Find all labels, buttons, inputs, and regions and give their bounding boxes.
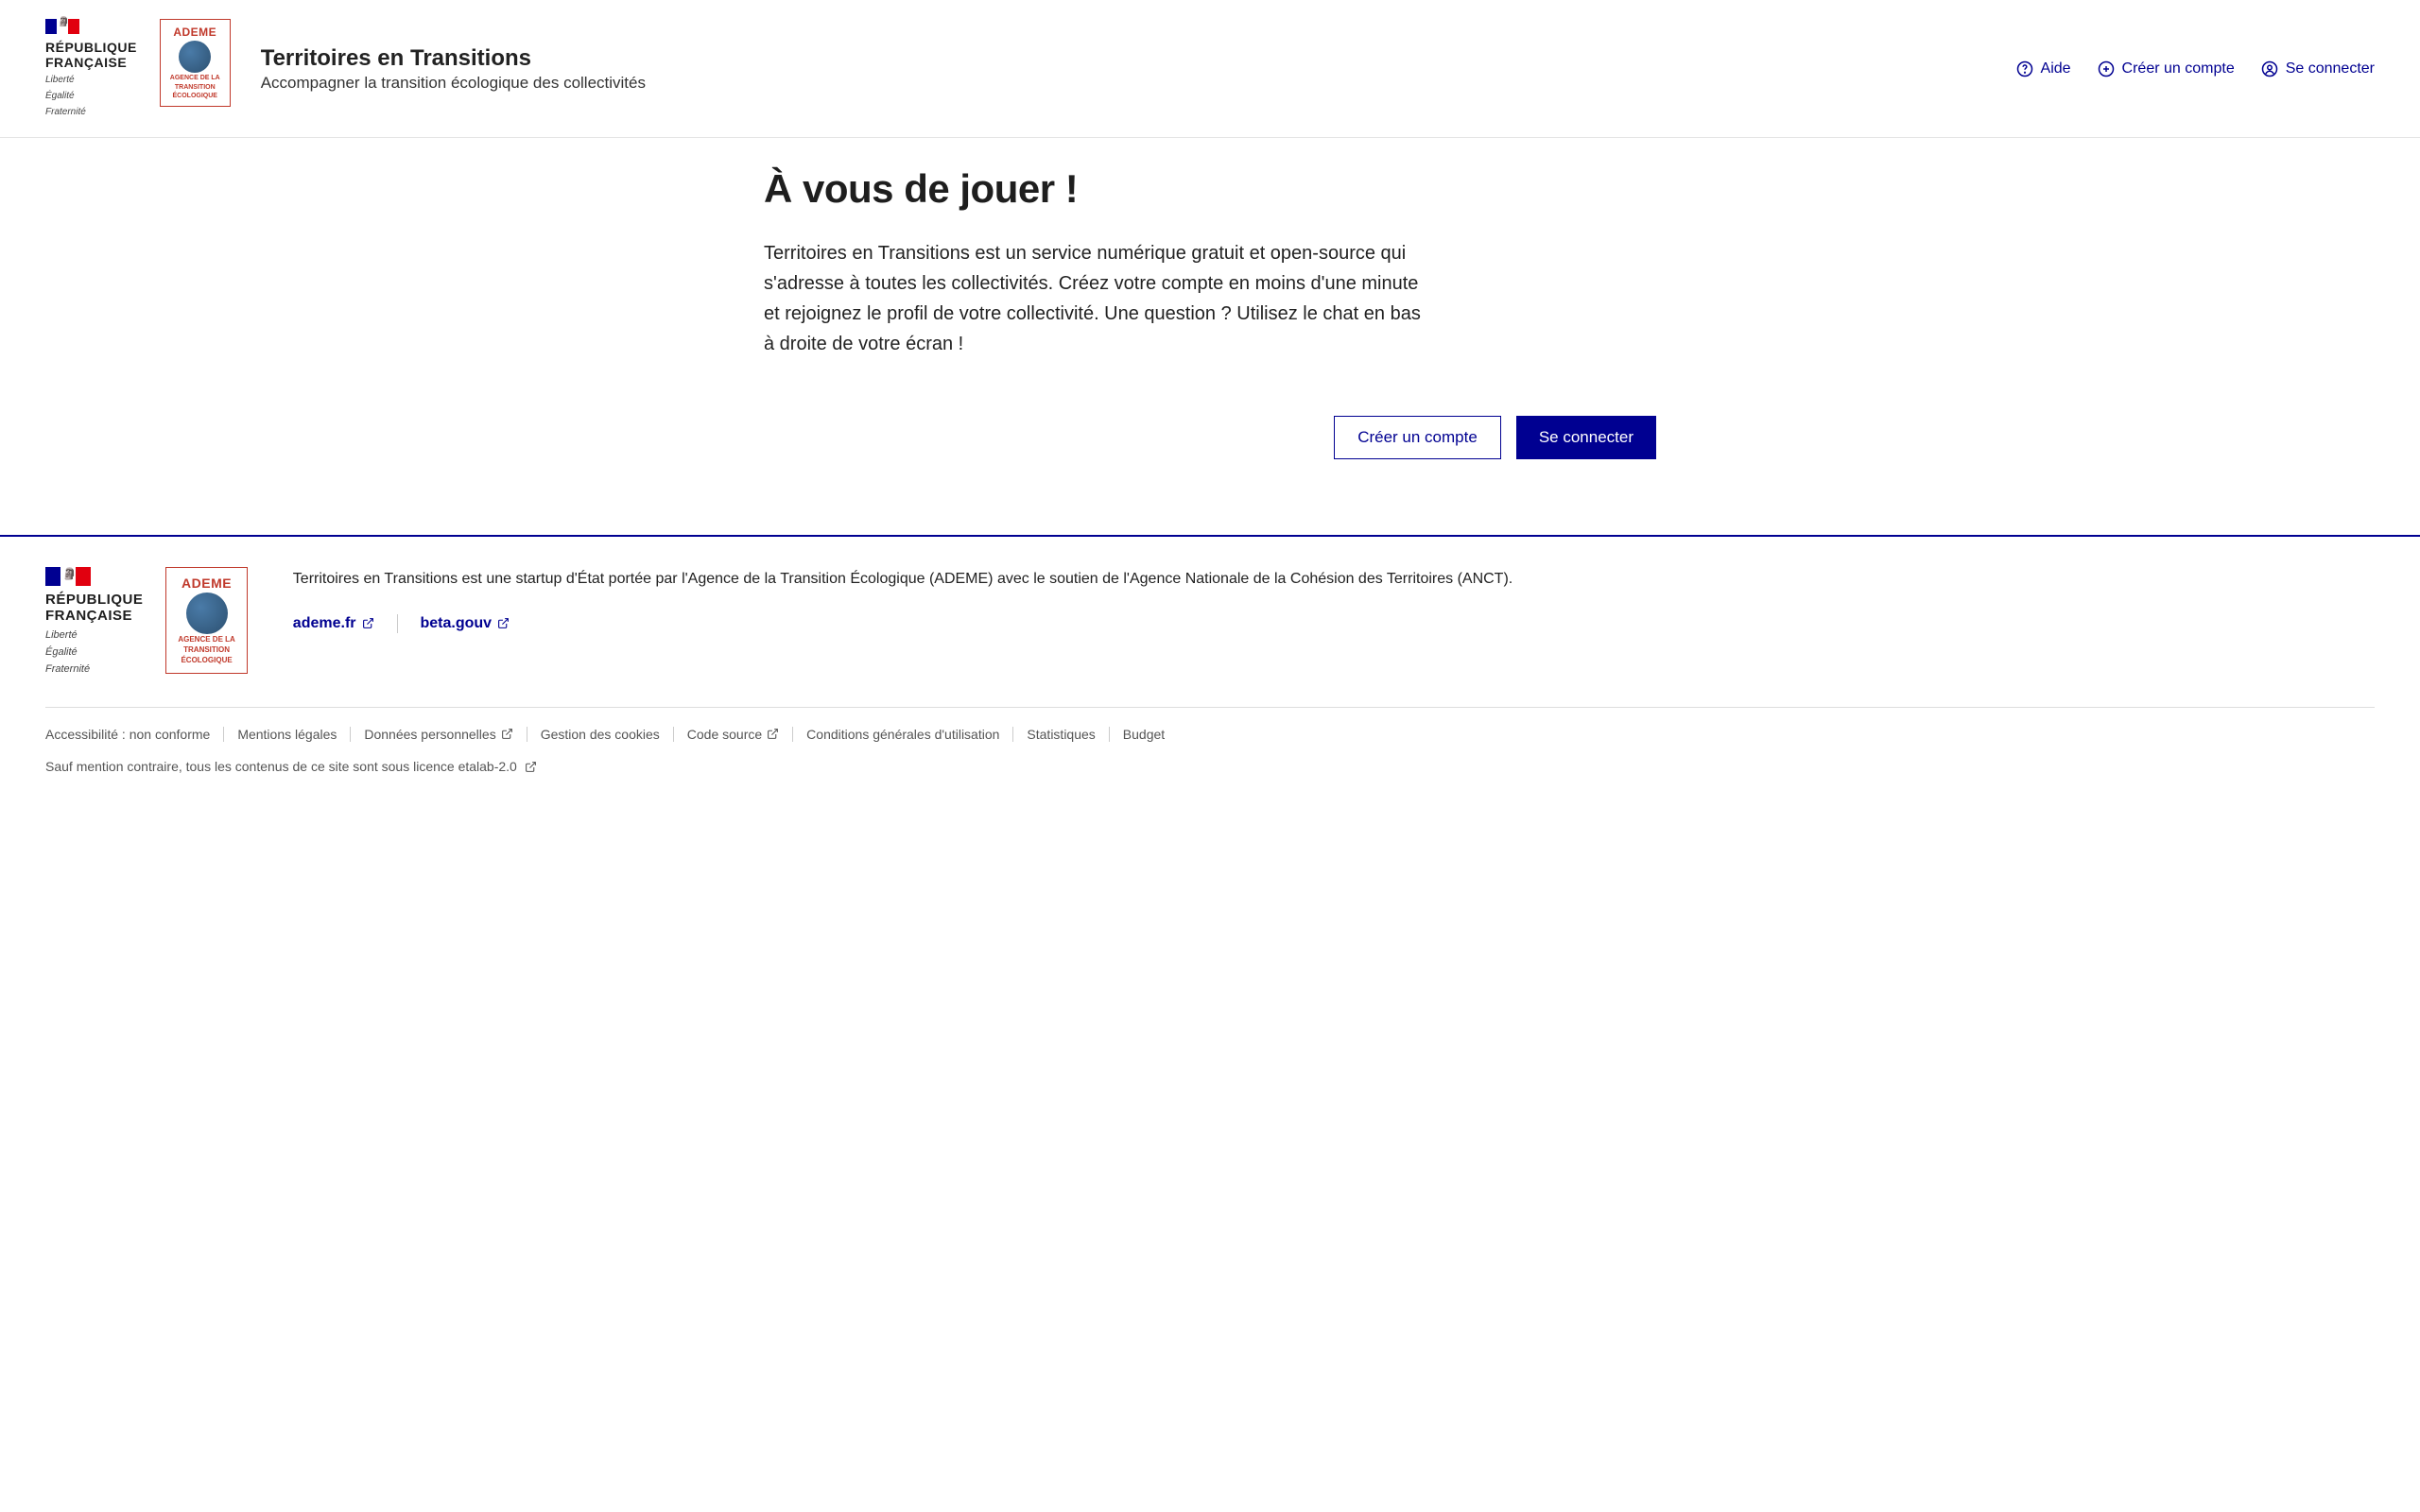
footer-link-cgu[interactable]: Conditions générales d'utilisation xyxy=(793,727,1013,742)
footer: 🗿 RÉPUBLIQUE FRANÇAISE Liberté Égalité F… xyxy=(0,535,2420,796)
external-link-icon xyxy=(501,728,513,740)
logo-ademe: ADEME AGENCE DE LA TRANSITION ÉCOLOGIQUE xyxy=(160,19,231,107)
footer-legal-links: Accessibilité : non conforme Mentions lé… xyxy=(45,727,2375,742)
ademe-sub1: AGENCE DE LA xyxy=(170,75,220,82)
ademe-title: ADEME xyxy=(173,26,216,39)
site-title: Territoires en Transitions xyxy=(261,45,646,72)
main-title: À vous de jouer ! xyxy=(764,166,1656,212)
header-left: 🗿 RÉPUBLIQUE FRANÇAISE Liberté Égalité F… xyxy=(45,19,646,118)
footer-license-link-label: licence etalab-2.0 xyxy=(413,759,517,774)
footer-motto-fraternite: Fraternité xyxy=(45,662,143,676)
marianne-icon: 🗿 xyxy=(45,19,137,34)
footer-license-prefix: Sauf mention contraire, tous les contenu… xyxy=(45,759,413,774)
footer-link-betagouv-label: beta.gouv xyxy=(421,615,493,632)
cta-row: Créer un compte Se connecter xyxy=(764,416,1656,459)
footer-motto-liberte: Liberté xyxy=(45,628,143,642)
footer-rf-republique: RÉPUBLIQUE xyxy=(45,592,143,608)
nav-help-label: Aide xyxy=(2041,60,2071,77)
footer-link-source-label: Code source xyxy=(687,727,762,742)
account-circle-icon xyxy=(2261,60,2278,77)
site-title-block[interactable]: Territoires en Transitions Accompagner l… xyxy=(261,45,646,93)
footer-logo-rf: 🗿 RÉPUBLIQUE FRANÇAISE Liberté Égalité F… xyxy=(45,567,143,676)
footer-link-cookies[interactable]: Gestion des cookies xyxy=(527,727,674,742)
footer-link-ademe-label: ademe.fr xyxy=(293,615,356,632)
nav-help-link[interactable]: Aide xyxy=(2016,60,2071,77)
nav-create-account-link[interactable]: Créer un compte xyxy=(2098,60,2235,77)
footer-ademe-sub1: AGENCE DE LA xyxy=(178,636,234,644)
nav-create-label: Créer un compte xyxy=(2122,60,2235,77)
header: 🗿 RÉPUBLIQUE FRANÇAISE Liberté Égalité F… xyxy=(0,0,2420,138)
footer-link-source[interactable]: Code source xyxy=(674,727,793,742)
footer-link-ademe[interactable]: ademe.fr xyxy=(293,615,374,632)
rf-motto-fraternite: Fraternité xyxy=(45,106,137,118)
footer-logo-ademe: ADEME AGENCE DE LA TRANSITION ÉCOLOGIQUE xyxy=(165,567,247,673)
footer-link-stats[interactable]: Statistiques xyxy=(1013,727,1109,742)
create-account-button[interactable]: Créer un compte xyxy=(1334,416,1501,459)
plus-circle-icon xyxy=(2098,60,2115,77)
nav-login-link[interactable]: Se connecter xyxy=(2261,60,2375,77)
footer-ademe-title: ADEME xyxy=(182,576,232,591)
globe-icon xyxy=(179,41,211,73)
footer-license-link[interactable]: licence etalab-2.0 xyxy=(413,759,537,774)
footer-motto-egalite: Égalité xyxy=(45,645,143,659)
external-link-icon xyxy=(497,617,510,629)
header-nav: Aide Créer un compte Se connecter xyxy=(2016,60,2375,77)
footer-bottom: Accessibilité : non conforme Mentions lé… xyxy=(45,707,2375,774)
footer-top: 🗿 RÉPUBLIQUE FRANÇAISE Liberté Égalité F… xyxy=(45,567,2375,676)
footer-link-legal[interactable]: Mentions légales xyxy=(224,727,351,742)
question-circle-icon xyxy=(2016,60,2033,77)
footer-license: Sauf mention contraire, tous les contenu… xyxy=(45,759,2375,774)
footer-logo-group[interactable]: 🗿 RÉPUBLIQUE FRANÇAISE Liberté Égalité F… xyxy=(45,567,248,676)
rf-republique: RÉPUBLIQUE xyxy=(45,40,137,55)
rf-motto-liberte: Liberté xyxy=(45,74,137,86)
footer-rf-francaise: FRANÇAISE xyxy=(45,608,143,624)
footer-link-accessibility[interactable]: Accessibilité : non conforme xyxy=(45,727,224,742)
footer-link-budget[interactable]: Budget xyxy=(1110,727,1178,742)
site-tagline: Accompagner la transition écologique des… xyxy=(261,74,646,93)
logo-republique-francaise: 🗿 RÉPUBLIQUE FRANÇAISE Liberté Égalité F… xyxy=(45,19,137,118)
footer-link-data-label: Données personnelles xyxy=(364,727,495,742)
nav-login-label: Se connecter xyxy=(2286,60,2375,77)
external-link-icon xyxy=(525,761,537,773)
ademe-sub2: TRANSITION xyxy=(175,84,216,92)
footer-content: Territoires en Transitions est une start… xyxy=(293,567,2375,633)
rf-francaise: FRANÇAISE xyxy=(45,55,137,70)
main-content: À vous de jouer ! Territoires en Transit… xyxy=(718,138,1702,535)
separator xyxy=(397,614,398,633)
footer-ademe-sub2: TRANSITION xyxy=(183,646,230,655)
globe-icon xyxy=(186,593,228,634)
external-link-icon xyxy=(767,728,779,740)
rf-motto-egalite: Égalité xyxy=(45,90,137,102)
footer-link-personal-data[interactable]: Données personnelles xyxy=(351,727,527,742)
ademe-sub3: ÉCOLOGIQUE xyxy=(173,93,217,100)
footer-description: Territoires en Transitions est une start… xyxy=(293,567,2375,592)
marianne-icon: 🗿 xyxy=(45,567,143,586)
logo-group[interactable]: 🗿 RÉPUBLIQUE FRANÇAISE Liberté Égalité F… xyxy=(45,19,231,118)
main-description: Territoires en Transitions est un servic… xyxy=(764,238,1426,359)
external-link-icon xyxy=(362,617,374,629)
footer-link-betagouv[interactable]: beta.gouv xyxy=(421,615,510,632)
login-button[interactable]: Se connecter xyxy=(1516,416,1656,459)
footer-ademe-sub3: ÉCOLOGIQUE xyxy=(181,657,232,665)
footer-external-links: ademe.fr beta.gouv xyxy=(293,614,2375,633)
